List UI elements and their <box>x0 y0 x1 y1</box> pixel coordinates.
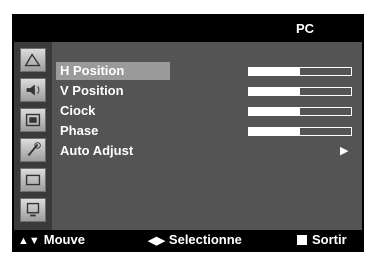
menu-item-label-wrap: Auto Adjust <box>56 142 170 160</box>
menu-panel: H Position V Position Ciock Phase Auto A <box>52 42 362 230</box>
pc-icon[interactable] <box>20 198 46 222</box>
sound-icon[interactable] <box>20 78 46 102</box>
v-position-slider[interactable] <box>248 87 352 96</box>
menu-title: PC <box>295 21 314 36</box>
footer-bar: ▲▼ Mouve ◀▶ Selectionne Sortir <box>14 230 362 250</box>
menu-item-v-position[interactable]: V Position <box>56 82 356 100</box>
menu-item-label-wrap: Ciock <box>56 102 170 120</box>
selection-highlight: H Position <box>56 62 170 80</box>
menu-item-auto-adjust[interactable]: Auto Adjust ▶ <box>56 142 356 160</box>
select-hint: ◀▶ Selectionne <box>148 232 242 247</box>
setup-icon[interactable] <box>20 138 46 162</box>
slider-fill <box>249 128 300 135</box>
picture-icon[interactable] <box>20 48 46 72</box>
move-hint: ▲▼ Mouve <box>18 232 85 247</box>
menu-item-label-wrap: V Position <box>56 82 170 100</box>
move-label: Mouve <box>43 232 85 247</box>
exit-hint: Sortir <box>297 232 347 247</box>
chevron-right-icon: ▶ <box>340 145 349 157</box>
sidebar <box>14 42 52 230</box>
clock-slider[interactable] <box>248 107 352 116</box>
menu-item-clock[interactable]: Ciock <box>56 102 356 120</box>
menu-item-h-position[interactable]: H Position <box>56 62 356 80</box>
left-right-arrow-icon: ◀▶ <box>148 235 165 247</box>
slider-fill <box>249 108 300 115</box>
title-bar: PC <box>14 16 362 42</box>
menu-item-phase[interactable]: Phase <box>56 122 356 140</box>
channel-icon[interactable] <box>20 108 46 132</box>
input-icon[interactable] <box>20 168 46 192</box>
slider-fill <box>249 68 300 75</box>
menu-item-label: V Position <box>60 83 124 98</box>
phase-slider[interactable] <box>248 127 352 136</box>
menu-item-label: Phase <box>60 123 99 138</box>
exit-square-icon <box>297 235 307 245</box>
select-label: Selectionne <box>168 232 242 247</box>
exit-label: Sortir <box>312 232 347 247</box>
up-down-arrow-icon: ▲▼ <box>18 235 40 247</box>
slider-fill <box>249 88 300 95</box>
menu-item-label: Ciock <box>60 103 96 118</box>
menu-item-label: H Position <box>60 63 125 78</box>
menu-item-label: Auto Adjust <box>60 143 134 158</box>
menu-item-label-wrap: Phase <box>56 122 170 140</box>
h-position-slider[interactable] <box>248 67 352 76</box>
